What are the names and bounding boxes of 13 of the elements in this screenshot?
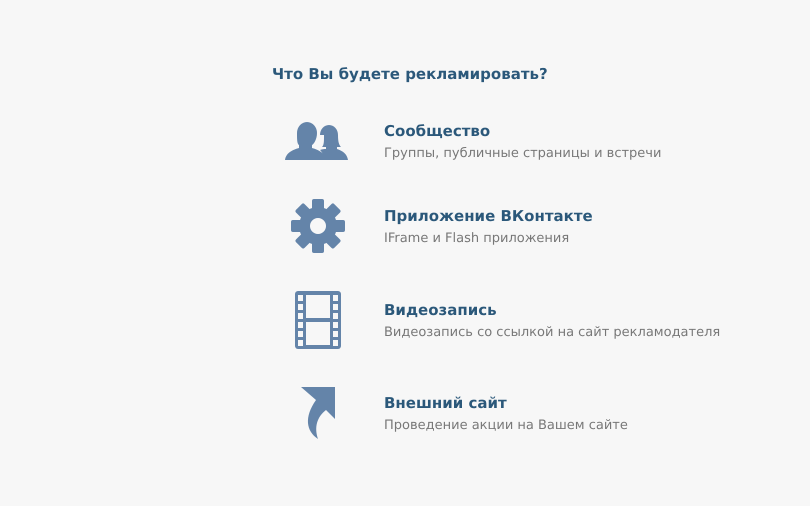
film-icon — [295, 291, 341, 349]
gear-icon — [291, 199, 345, 253]
option-link[interactable]: Приложение ВКонтакте — [384, 206, 593, 224]
section-heading: Что Вы будете рекламировать? — [272, 65, 548, 83]
option-description: Группы, публичные страницы и встречи — [384, 146, 662, 160]
option-description: IFrame и Flash приложения — [384, 230, 570, 246]
arrow-icon — [301, 387, 335, 439]
option-description: Видеозапись со ссылкой на сайт рекламодателя — [384, 324, 720, 340]
option-link[interactable]: Внешний сайт — [384, 394, 507, 412]
option-link[interactable]: Видеозапись — [384, 300, 497, 318]
people-icon — [285, 121, 351, 161]
option-link[interactable]: Сообщество — [384, 122, 490, 140]
option-description: Проведение акции на Вашем сайте — [384, 418, 628, 432]
